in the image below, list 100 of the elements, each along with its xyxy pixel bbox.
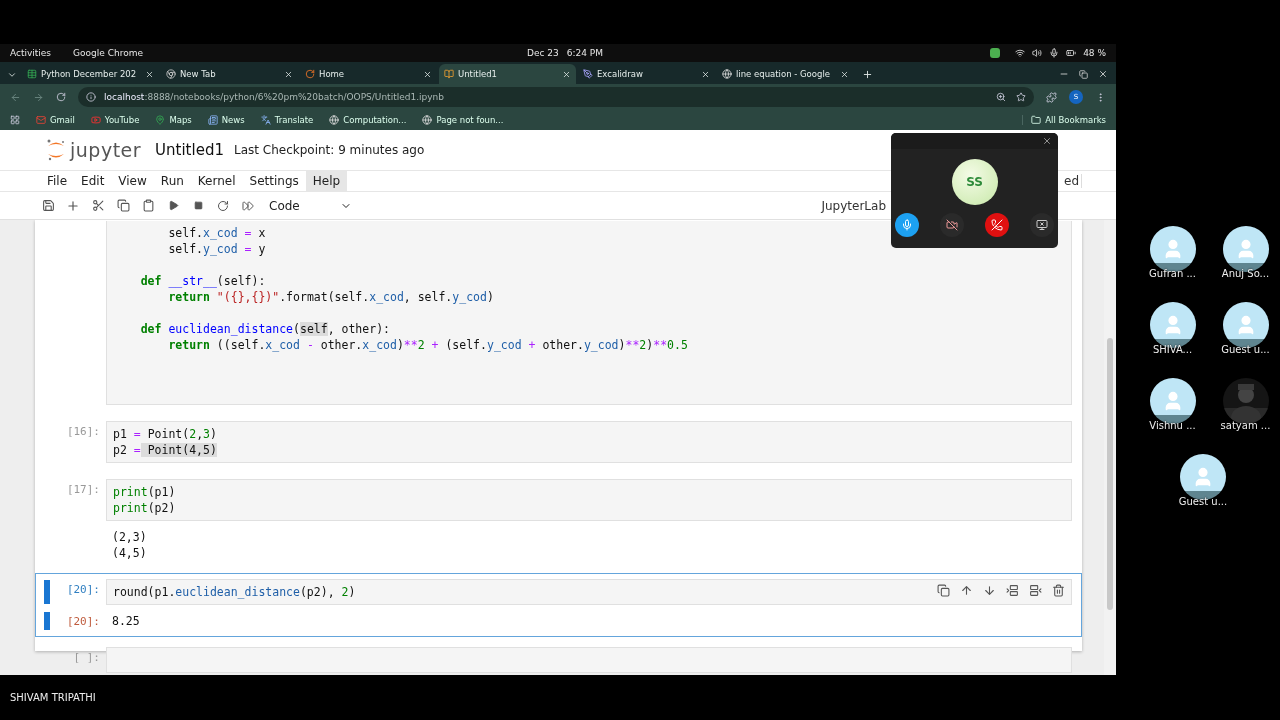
- browser-tab[interactable]: Home: [300, 64, 437, 84]
- forward-icon[interactable]: [33, 91, 44, 103]
- reload-icon[interactable]: [56, 92, 66, 102]
- insert-above-icon[interactable]: [1006, 584, 1019, 597]
- close-icon[interactable]: [145, 69, 154, 79]
- pen-icon: [583, 69, 593, 79]
- menu-item[interactable]: Edit: [74, 170, 112, 192]
- menu-item[interactable]: Kernel: [190, 170, 243, 192]
- news-icon: [207, 115, 218, 125]
- info-icon: [86, 92, 96, 102]
- back-icon[interactable]: [10, 91, 21, 103]
- close-icon[interactable]: [840, 69, 849, 79]
- browser-tab[interactable]: Untitled1: [439, 64, 576, 84]
- app-name: Google Chrome: [73, 48, 143, 58]
- caller-avatar: SS: [951, 159, 998, 205]
- camera-off-button[interactable]: [940, 213, 964, 237]
- extensions-icon[interactable]: [1046, 91, 1057, 103]
- battery-icon: [1066, 48, 1077, 58]
- output-line: 8.25: [112, 613, 140, 629]
- close-icon[interactable]: [562, 69, 571, 79]
- browser-tab[interactable]: Python December 202: [22, 64, 159, 84]
- browser-tab[interactable]: Excalidraw: [578, 64, 715, 84]
- globe-icon: [329, 115, 340, 125]
- presenter-name: SHIVAM TRIPATHI: [9, 692, 97, 703]
- microphone-icon: [1049, 48, 1060, 58]
- close-icon[interactable]: [701, 69, 710, 79]
- bookmark[interactable]: Computation...: [329, 115, 407, 125]
- code-line: def __str__(self):: [139, 273, 266, 289]
- move-up-icon[interactable]: [960, 584, 973, 597]
- new-tab-icon[interactable]: [862, 68, 873, 80]
- menu-item[interactable]: Settings: [242, 170, 306, 192]
- zoom-icon[interactable]: [996, 92, 1006, 102]
- tray-app-icon: [990, 48, 1001, 58]
- translate-icon: [260, 115, 271, 125]
- menu-item[interactable]: Help: [305, 170, 348, 192]
- move-down-icon[interactable]: [983, 584, 996, 597]
- input-prompt: [ ]:: [72, 650, 101, 666]
- bookmark[interactable]: Gmail: [36, 115, 75, 125]
- browser-tab[interactable]: line equation - Google: [717, 64, 854, 84]
- cut-icon[interactable]: [90, 197, 106, 214]
- menu-item[interactable]: View: [111, 170, 154, 192]
- code-input[interactable]: p1 = Point(2,3) p2 = Point(4,5): [106, 421, 1072, 463]
- code-line: round(p1.euclidean_distance(p2), 2): [113, 584, 356, 600]
- duplicate-icon[interactable]: [937, 584, 950, 597]
- participant-name: Guest u...: [1221, 344, 1270, 355]
- chevron-down-icon[interactable]: [7, 70, 17, 80]
- code-input[interactable]: round(p1.euclidean_distance(p2), 2): [106, 579, 1072, 605]
- output-prompt: [20]:: [65, 614, 101, 630]
- address-bar[interactable]: localhost:8888/notebooks/python/6%20pm%20batch/OOPS/Untitled1.ipynb: [78, 87, 1034, 107]
- insert-below-icon[interactable]: [1029, 584, 1042, 597]
- stop-share-button[interactable]: [1030, 213, 1054, 237]
- save-icon[interactable]: [40, 197, 56, 214]
- code-input[interactable]: [106, 647, 1072, 673]
- apps-icon[interactable]: [10, 115, 20, 125]
- active-output-marker: [44, 612, 50, 630]
- map-pin-icon: [155, 115, 166, 125]
- hang-up-button[interactable]: [985, 213, 1009, 237]
- bookmark[interactable]: Maps: [155, 115, 192, 125]
- delete-icon[interactable]: [1052, 584, 1065, 597]
- bookmark[interactable]: Page not foun...: [422, 115, 504, 125]
- code-input[interactable]: [106, 221, 1072, 405]
- code-input[interactable]: print(p1) print(p2): [106, 479, 1072, 521]
- active-cell[interactable]: [20]: round(p1.euclidean_distance(p2), 2) [20]: 8.25: [35, 573, 1082, 637]
- spreadsheet-icon: [27, 69, 37, 79]
- url-text: localhost:8888/notebooks/python/6%20pm%20batch/OOPS/Untitled1.ipynb: [104, 92, 444, 102]
- close-icon[interactable]: [1098, 69, 1108, 79]
- code-line: p2 = Point(4,5): [113, 442, 217, 458]
- input-prompt: [16]:: [65, 424, 101, 440]
- mic-button[interactable]: [895, 213, 919, 237]
- browser-tab[interactable]: New Tab: [161, 64, 298, 84]
- close-icon[interactable]: [284, 69, 293, 79]
- all-bookmarks[interactable]: All Bookmarks: [1022, 115, 1106, 125]
- battery-percent: 48 %: [1083, 48, 1106, 58]
- cell-type-dropdown[interactable]: Code: [265, 198, 356, 213]
- menu-item[interactable]: File: [40, 170, 75, 192]
- code-line: print(p2): [113, 500, 176, 516]
- restore-icon[interactable]: [1079, 69, 1088, 79]
- input-prompt: [17]:: [65, 482, 101, 498]
- close-icon[interactable]: [423, 69, 432, 79]
- participant-name: Guest u...: [1178, 496, 1228, 507]
- menu-item[interactable]: Run: [153, 170, 191, 192]
- code-line: p1 = Point(2,3): [113, 426, 217, 442]
- activities-button[interactable]: Activities: [10, 48, 52, 58]
- copy-icon[interactable]: [115, 197, 131, 214]
- output-line: (2,3): [112, 529, 147, 545]
- monitor-x-icon: [1036, 219, 1048, 231]
- star-icon[interactable]: [1016, 92, 1026, 102]
- time: 6:24 PM: [566, 48, 603, 58]
- bookmark[interactable]: News: [207, 115, 245, 125]
- code-line: return ((self.x_cod - other.x_cod)**2 + (self.y_cod + other.y_cod)**2)**0.5: [167, 337, 688, 353]
- close-icon[interactable]: [1042, 136, 1052, 146]
- participant-name: Gufran ...: [1149, 268, 1196, 279]
- youtube-icon: [90, 115, 101, 125]
- jupyter-logo-icon: [46, 138, 66, 162]
- kernel-label: JupyterLab: [821, 198, 886, 213]
- notebook-title[interactable]: Untitled1: [155, 141, 224, 159]
- microphone-icon: [901, 219, 913, 231]
- scrollbar[interactable]: [1104, 220, 1116, 675]
- bookmark[interactable]: YouTube: [90, 115, 140, 125]
- bookmark[interactable]: Translate: [260, 115, 314, 125]
